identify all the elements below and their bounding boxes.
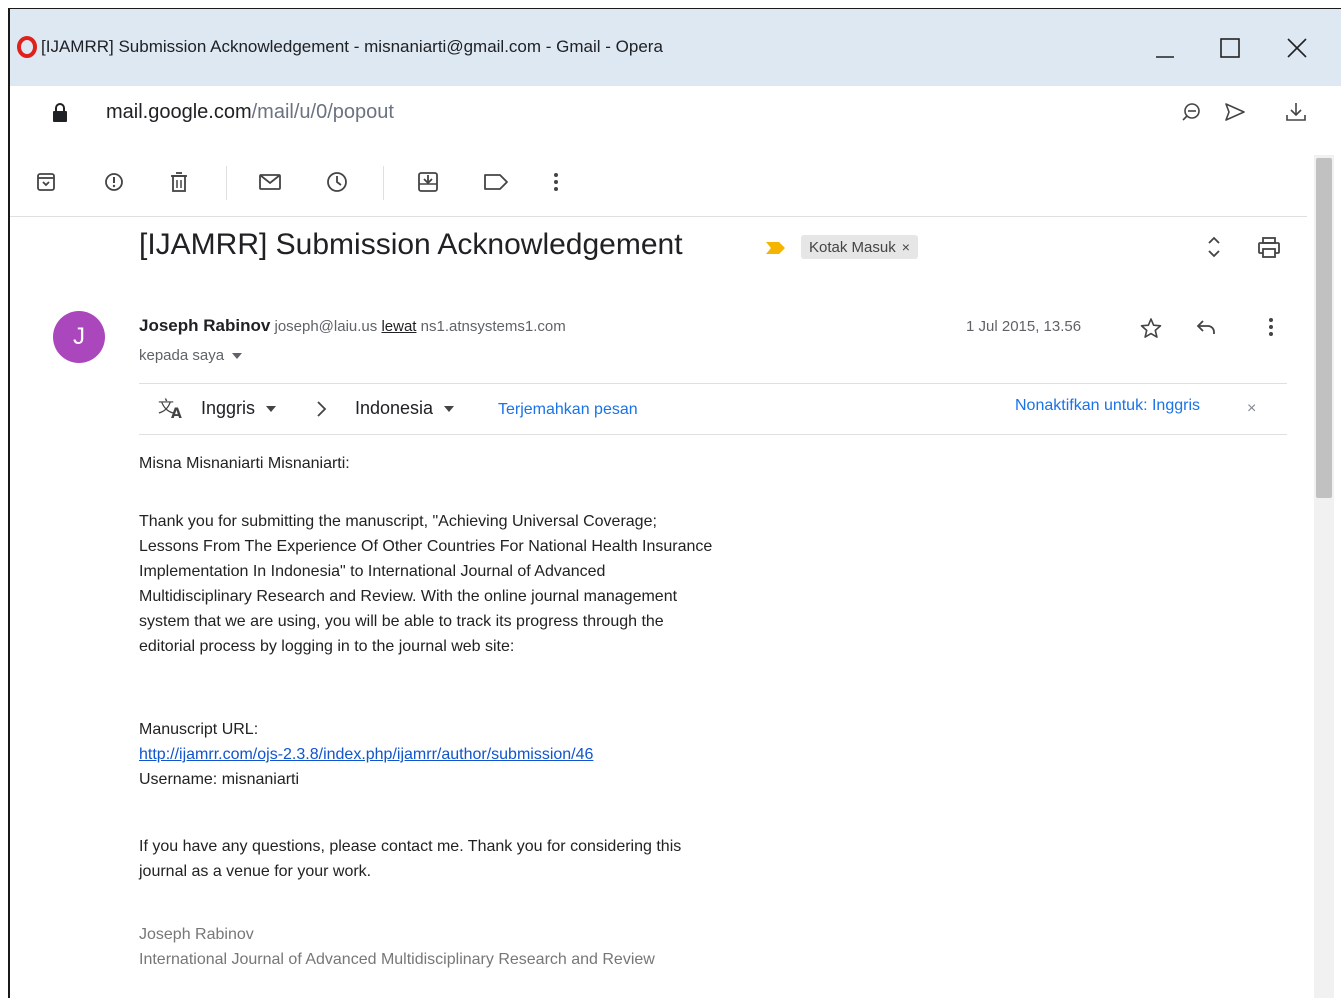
print-icon[interactable] (1257, 237, 1281, 259)
translate-message-link[interactable]: Terjemahkan pesan (498, 401, 638, 419)
toolbar-separator (226, 166, 227, 200)
lock-icon (53, 103, 67, 122)
source-language-dropdown[interactable]: Inggris (201, 398, 277, 419)
body-paragraph-1: Thank you for submitting the manuscript,… (139, 509, 712, 659)
body-line: Lessons From The Experience Of Other Cou… (139, 538, 713, 555)
window-frame-left (8, 8, 10, 998)
message-more-icon[interactable] (1267, 317, 1275, 337)
label-icon[interactable] (483, 174, 509, 190)
url-host: mail.google.com (106, 101, 252, 123)
body-line: Thank you for submitting the manuscript,… (139, 513, 657, 530)
turn-off-translation-link[interactable]: Nonaktifkan untuk: Inggris (1015, 397, 1200, 415)
caret-down-icon (266, 406, 277, 413)
username-line: Username: misnaniarti (139, 771, 300, 788)
expand-all-icon[interactable] (1206, 234, 1222, 260)
manuscript-url-label: Manuscript URL: (139, 721, 259, 738)
maximize-icon (1220, 38, 1240, 58)
add-to-tasks-icon[interactable] (418, 171, 438, 193)
toolbar-divider (10, 216, 1307, 217)
url-path: /mail/u/0/popout (251, 101, 394, 123)
signature-name: Joseph Rabinov (139, 926, 254, 943)
manuscript-block: Manuscript URL: http://ijamrr.com/ojs-2.… (139, 717, 593, 792)
body-line: system that we are using, you will be ab… (139, 613, 664, 630)
report-spam-icon[interactable] (104, 172, 124, 192)
download-icon[interactable] (1284, 100, 1308, 124)
svg-text:A: A (171, 406, 182, 420)
close-icon (1287, 38, 1307, 58)
sender-email: joseph@laiu.us (274, 318, 378, 335)
url-text[interactable]: mail.google.com/mail/u/0/popout (106, 101, 394, 124)
caret-down-icon (444, 406, 455, 413)
translate-icon: 文 A (158, 397, 182, 420)
zoom-icon[interactable] (1180, 101, 1202, 123)
minimize-icon (1156, 56, 1174, 58)
source-language-label: Inggris (201, 398, 256, 418)
via-link[interactable]: lewat (381, 318, 416, 335)
delete-icon[interactable] (170, 172, 188, 192)
signature-org: International Journal of Advanced Multid… (139, 951, 655, 968)
snooze-icon[interactable] (326, 171, 348, 193)
sender-avatar[interactable]: J (53, 311, 105, 363)
body-line: If you have any questions, please contac… (139, 838, 682, 855)
body-line: Multidisciplinary Research and Review. W… (139, 588, 678, 605)
toolbar-separator (383, 166, 384, 200)
email-date: 1 Jul 2015, 13.56 (966, 318, 1082, 335)
more-icon[interactable] (552, 172, 560, 192)
minimize-button[interactable] (1147, 30, 1183, 66)
archive-icon[interactable] (36, 172, 56, 192)
via-domain: ns1.atnsystems1.com (420, 318, 566, 335)
body-line: editorial process by logging in to the j… (139, 638, 515, 655)
email-subject: [IJAMRR] Submission Acknowledgement (139, 228, 683, 261)
sender-name[interactable]: Joseph Rabinov (139, 316, 270, 335)
close-window-button[interactable] (1279, 30, 1315, 66)
recipient-details-toggle[interactable]: kepada saya (139, 347, 243, 364)
important-marker-icon[interactable] (766, 242, 786, 254)
recipient-text: kepada saya (139, 347, 225, 364)
translate-divider (139, 434, 1287, 435)
star-icon[interactable] (1140, 317, 1162, 339)
maximize-button[interactable] (1212, 30, 1248, 66)
sender-line: Joseph Rabinov joseph@laiu.us lewat ns1.… (139, 316, 566, 336)
greeting: Misna Misnaniarti Misnaniarti: (139, 455, 350, 472)
opera-logo-icon (17, 36, 37, 58)
body-line: journal as a venue for your work. (139, 863, 372, 880)
caret-down-icon (232, 353, 243, 360)
label-chip-inbox[interactable]: Kotak Masuk × (801, 235, 918, 259)
target-language-label: Indonesia (355, 398, 434, 418)
reply-icon[interactable] (1196, 319, 1216, 335)
body-line: Implementation In Indonesia" to Internat… (139, 563, 606, 580)
target-language-dropdown[interactable]: Indonesia (355, 398, 455, 419)
window-title: [IJAMRR] Submission Acknowledgement - mi… (41, 37, 663, 56)
chevron-right-icon (317, 401, 327, 417)
mark-unread-icon[interactable] (259, 174, 281, 190)
manuscript-url-link[interactable]: http://ijamrr.com/ojs-2.3.8/index.php/ij… (139, 746, 593, 763)
send-icon[interactable] (1224, 102, 1246, 122)
body-paragraph-2: If you have any questions, please contac… (139, 834, 681, 884)
close-translation-bar-button[interactable]: × (1247, 400, 1256, 418)
header-divider (139, 383, 1287, 384)
signature: Joseph Rabinov International Journal of … (139, 922, 655, 972)
label-chip-text: Kotak Masuk (809, 238, 896, 256)
remove-label-button[interactable]: × (902, 239, 910, 255)
scrollbar-thumb[interactable] (1316, 158, 1332, 498)
